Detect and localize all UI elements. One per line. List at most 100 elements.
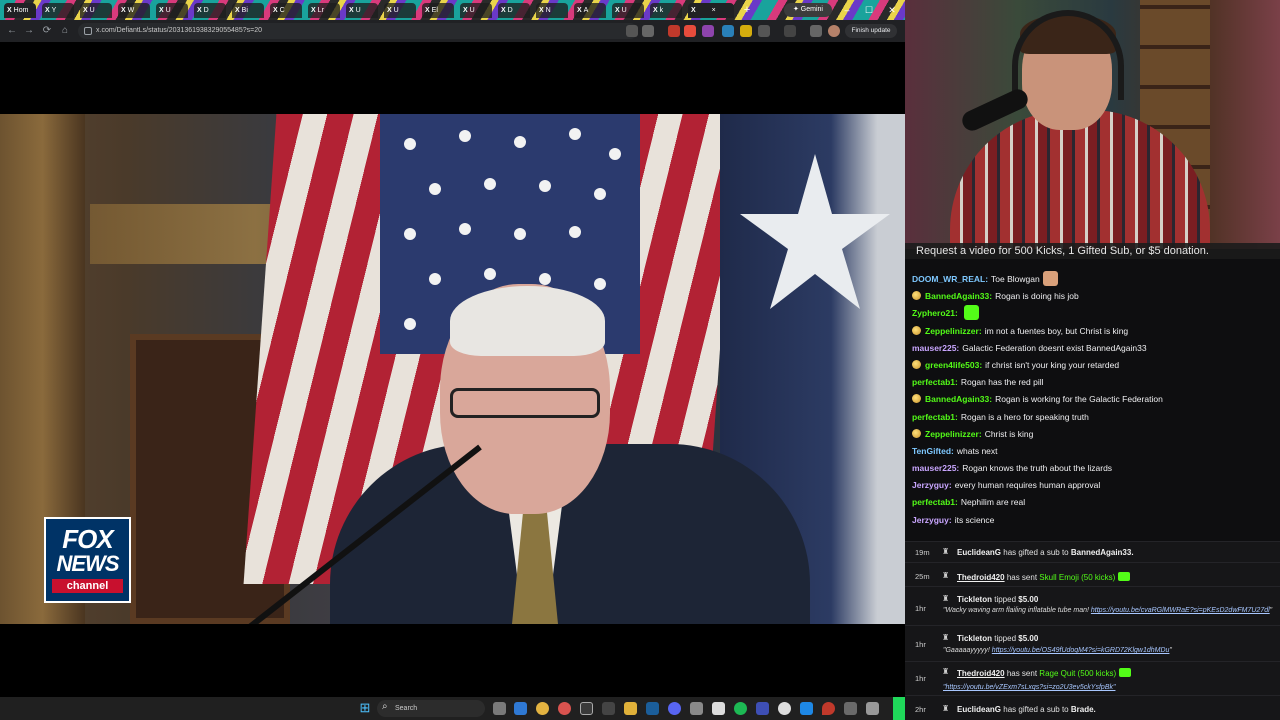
tip-icon: ♜ bbox=[942, 594, 950, 603]
green-app-icon[interactable] bbox=[893, 697, 905, 720]
tab[interactable]: XU bbox=[384, 3, 416, 18]
site-info-icon[interactable] bbox=[84, 27, 92, 35]
tip-link[interactable]: https://youtu.be/OS49fUdoqM4?si=kGRD72Kl… bbox=[992, 647, 1170, 654]
extension-icon[interactable] bbox=[722, 25, 734, 37]
terminal-icon[interactable] bbox=[602, 702, 615, 715]
tab[interactable]: X Lr bbox=[308, 3, 340, 18]
chat-username[interactable]: Zeppelinizzer: bbox=[925, 326, 982, 336]
app-icon[interactable] bbox=[712, 702, 725, 715]
gemini-button[interactable]: ✦ Gemini bbox=[784, 3, 832, 17]
tab[interactable]: XU bbox=[346, 3, 378, 18]
tab[interactable]: Xk bbox=[650, 3, 682, 18]
tab[interactable]: XD bbox=[194, 3, 226, 18]
extensions-puzzle-icon[interactable] bbox=[758, 25, 770, 37]
forward-button[interactable]: → bbox=[22, 24, 36, 38]
event-user[interactable]: Thedroid420 bbox=[957, 669, 1005, 678]
sidebar-icon[interactable] bbox=[784, 25, 796, 37]
tab[interactable]: XN bbox=[536, 3, 568, 18]
extension-icon[interactable] bbox=[668, 25, 680, 37]
tab[interactable]: XW bbox=[118, 3, 150, 18]
steam-icon[interactable] bbox=[646, 702, 659, 715]
cast-icon[interactable] bbox=[626, 25, 638, 37]
maps-icon[interactable] bbox=[822, 702, 835, 715]
event-text: has sent bbox=[1006, 573, 1038, 582]
tab[interactable]: XU bbox=[156, 3, 188, 18]
event-target[interactable]: Brade. bbox=[1071, 705, 1096, 714]
event-user[interactable]: Tickleton bbox=[957, 634, 992, 643]
chat-username[interactable]: perfectab1: bbox=[912, 377, 958, 387]
event-user[interactable]: EuclideanG bbox=[957, 548, 1001, 557]
chat-username[interactable]: Jerzyguy: bbox=[912, 480, 952, 490]
tip-message: "Wacky waving arm flailing inflatable tu… bbox=[943, 607, 1089, 614]
chat-username[interactable]: DOOM_WR_REAL: bbox=[912, 274, 988, 284]
browser-icon[interactable] bbox=[800, 702, 813, 715]
edge-icon[interactable] bbox=[514, 702, 527, 715]
address-bar[interactable]: x.com/DefiantLs/status/20313619383290554… bbox=[78, 23, 638, 39]
event-user[interactable]: Thedroid420 bbox=[957, 573, 1005, 582]
chat-username[interactable]: perfectab1: bbox=[912, 412, 958, 422]
tip-link[interactable]: "https://youtu.be/vZExm7sLxqs?si=zo2U3ev… bbox=[943, 684, 1115, 691]
finish-update-button[interactable]: Finish update bbox=[845, 24, 897, 38]
tab[interactable]: XY bbox=[42, 3, 74, 18]
tab[interactable]: X El bbox=[422, 3, 454, 18]
close-button[interactable]: ✕ bbox=[885, 3, 899, 17]
chat-message: Jerzyguy: every human requires human appr… bbox=[905, 477, 1280, 494]
chat-username[interactable]: mauser225: bbox=[912, 343, 959, 353]
chat-username[interactable]: BannedAgain33: bbox=[925, 291, 992, 301]
chat-username[interactable]: green4life503: bbox=[925, 360, 982, 370]
chat-username[interactable]: Jerzyguy: bbox=[912, 515, 952, 525]
settings-icon[interactable] bbox=[866, 702, 879, 715]
event-item: 1hr ♜ Tickleton tipped $5.00 "Gaaaaayyyy… bbox=[905, 625, 1280, 661]
tab-close-icon[interactable]: × bbox=[712, 7, 716, 14]
tab[interactable]: X Bi bbox=[232, 3, 264, 18]
chrome-icon[interactable] bbox=[558, 702, 571, 715]
tab-label: Lr bbox=[317, 7, 324, 14]
folder-icon[interactable] bbox=[624, 702, 637, 715]
obs-icon[interactable] bbox=[580, 702, 593, 715]
tab[interactable]: XU bbox=[80, 3, 112, 18]
start-button[interactable]: ⊞ bbox=[358, 701, 372, 715]
event-text: has sent bbox=[1006, 669, 1038, 678]
extension-icon[interactable] bbox=[740, 25, 752, 37]
chat-username[interactable]: Zeppelinizzer: bbox=[925, 429, 982, 439]
tab[interactable]: XC bbox=[270, 3, 302, 18]
snipping-icon[interactable] bbox=[844, 702, 857, 715]
tab[interactable]: XU bbox=[612, 3, 644, 18]
profile-avatar[interactable] bbox=[828, 25, 840, 37]
video-player[interactable] bbox=[0, 114, 905, 624]
chat-username[interactable]: mauser225: bbox=[912, 463, 959, 473]
chat-username[interactable]: Zyphero21: bbox=[912, 308, 958, 318]
new-tab-button[interactable]: + bbox=[740, 3, 754, 17]
event-user[interactable]: EuclideanG bbox=[957, 705, 1001, 714]
chat-username[interactable]: BannedAgain33: bbox=[925, 394, 992, 404]
maximize-button[interactable]: ☐ bbox=[862, 3, 876, 17]
chat-username[interactable]: perfectab1: bbox=[912, 497, 958, 507]
download-icon[interactable] bbox=[810, 25, 822, 37]
github-icon[interactable] bbox=[778, 702, 791, 715]
tab[interactable]: XD bbox=[498, 3, 530, 18]
home-button[interactable]: ⌂ bbox=[58, 24, 72, 38]
chat-username[interactable]: TenGifted: bbox=[912, 446, 954, 456]
extension-icon[interactable] bbox=[684, 25, 696, 37]
task-view-icon[interactable] bbox=[493, 702, 506, 715]
extension-icon[interactable] bbox=[702, 25, 714, 37]
reload-button[interactable]: ⟳ bbox=[40, 24, 54, 38]
back-button[interactable]: ← bbox=[5, 24, 19, 38]
reaper-icon[interactable] bbox=[690, 702, 703, 715]
tip-message-end: " bbox=[1169, 647, 1172, 654]
notion-icon[interactable] bbox=[756, 702, 769, 715]
discord-icon[interactable] bbox=[668, 702, 681, 715]
chrome-icon[interactable] bbox=[536, 702, 549, 715]
event-user[interactable]: Tickleton bbox=[957, 595, 992, 604]
tab-active[interactable]: X × bbox=[688, 3, 734, 18]
spotify-icon[interactable] bbox=[734, 702, 747, 715]
tab[interactable]: XU bbox=[460, 3, 492, 18]
tab[interactable]: XA bbox=[574, 3, 606, 18]
event-target[interactable]: BannedAgain33. bbox=[1071, 548, 1134, 557]
chat-message: mauser225: Rogan knows the truth about th… bbox=[905, 460, 1280, 477]
tip-link[interactable]: https://youtu.be/cvaRGlMWRaE?si=pKEsD2dw… bbox=[1091, 607, 1270, 614]
bookmark-star-icon[interactable] bbox=[642, 25, 654, 37]
minimize-button[interactable]: – bbox=[840, 3, 854, 17]
taskbar-search[interactable]: ⌕ Search bbox=[377, 700, 485, 717]
tab-home[interactable]: X Hom bbox=[4, 3, 36, 18]
